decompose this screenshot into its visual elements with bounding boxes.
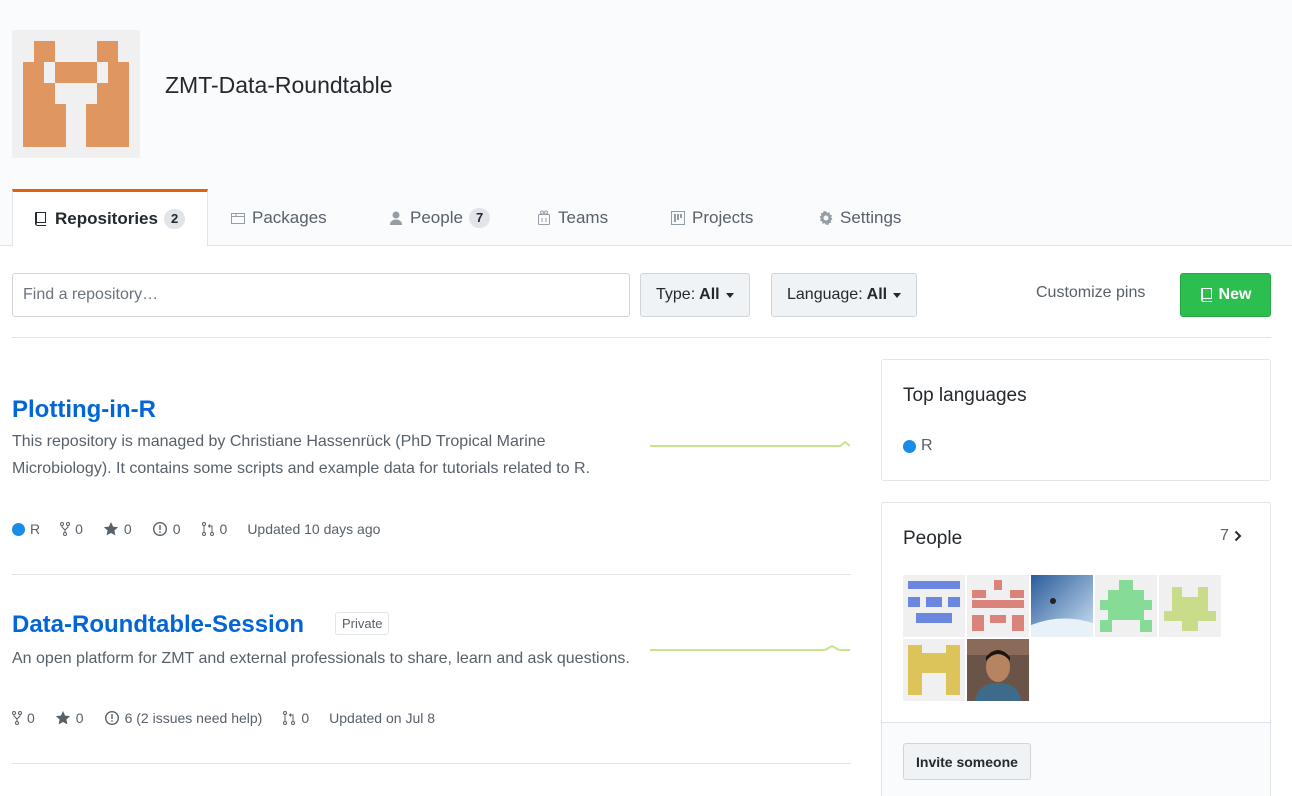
repo-language: R (12, 521, 40, 537)
stars-link[interactable]: 0 (55, 710, 84, 726)
repo-meta: R 0 0 0 0 Updated 10 days ago (12, 521, 400, 537)
repo-description: An open platform for ZMT and external pr… (12, 650, 630, 667)
forks-count: 0 (75, 521, 83, 537)
tab-label: Packages (252, 208, 327, 227)
people-box: People 7 Invite someone (881, 502, 1271, 796)
person-icon (388, 210, 404, 226)
issues-count: 6 (2 issues need help) (124, 710, 263, 726)
type-filter-button[interactable]: Type: All (640, 273, 750, 317)
language-item[interactable]: R (903, 437, 933, 455)
repo-language-label: R (30, 521, 41, 537)
stars-count: 0 (123, 521, 132, 537)
caret-down-icon (725, 292, 734, 298)
pulls-count: 0 (219, 521, 228, 537)
issues-count: 0 (172, 521, 181, 537)
type-filter-value: All (699, 286, 720, 303)
repo-icon (1200, 287, 1214, 303)
caret-down-icon (893, 292, 902, 298)
updated-time: Updated on Jul 8 (329, 710, 436, 726)
pull-request-icon (282, 710, 296, 726)
divider (12, 337, 1271, 338)
people-count: 7 (1220, 527, 1229, 544)
stars-link[interactable]: 0 (103, 521, 132, 537)
team-icon (536, 210, 552, 226)
top-languages-box: Top languages R (881, 359, 1271, 481)
language-name: R (921, 437, 933, 454)
star-icon (55, 710, 71, 726)
new-button-label: New (1218, 286, 1252, 303)
gear-icon (818, 210, 834, 226)
pulls-link[interactable]: 0 (282, 710, 309, 726)
member-avatar[interactable] (1095, 575, 1157, 637)
member-avatar[interactable] (903, 639, 965, 701)
divider (12, 763, 851, 764)
tab-label: Teams (558, 208, 609, 227)
invite-footer: Invite someone (882, 722, 1270, 796)
invite-someone-button[interactable]: Invite someone (903, 743, 1031, 780)
issue-icon (104, 710, 120, 726)
language-filter-button[interactable]: Language: All (771, 273, 918, 317)
tab-label: People (410, 208, 463, 227)
tab-label: Projects (692, 208, 754, 227)
tab-settings[interactable]: Settings (818, 189, 901, 247)
member-avatar[interactable] (967, 639, 1029, 701)
type-filter-label: Type: (656, 286, 696, 303)
activity-sparkline (650, 440, 850, 447)
pulls-link[interactable]: 0 (201, 521, 228, 537)
language-color-dot (903, 439, 916, 453)
private-label: Private (335, 612, 390, 635)
repo-search-input[interactable] (12, 273, 630, 317)
language-color-dot (12, 522, 25, 536)
tab-teams[interactable]: Teams (536, 189, 608, 247)
customize-pins-link[interactable]: Customize pins (1036, 284, 1145, 302)
stars-count: 0 (75, 710, 84, 726)
forks-link[interactable]: 0 (12, 710, 35, 726)
chevron-right-icon (1234, 530, 1242, 542)
project-icon (670, 210, 686, 226)
repo-icon (33, 211, 49, 227)
forks-count: 0 (27, 710, 35, 726)
people-count-badge: 7 (468, 208, 491, 228)
language-filter-value: All (866, 286, 888, 303)
fork-icon (60, 521, 71, 537)
repo-description: This repository is managed by Christiane… (12, 433, 591, 477)
issue-icon (152, 521, 168, 537)
tab-projects[interactable]: Projects (670, 189, 753, 247)
member-avatar[interactable] (1159, 575, 1221, 637)
tab-packages[interactable]: Packages (230, 189, 327, 247)
package-icon (230, 210, 246, 226)
star-icon (103, 521, 119, 537)
pull-request-icon (201, 521, 215, 537)
member-avatar[interactable] (967, 575, 1029, 637)
top-languages-title: Top languages (903, 385, 1027, 406)
repo-meta: 0 0 6 (2 issues need help) 0 Updated on … (12, 710, 455, 726)
activity-sparkline (650, 644, 850, 651)
member-avatar[interactable] (903, 575, 965, 637)
member-avatar[interactable] (1031, 575, 1093, 637)
updated-time: Updated 10 days ago (247, 521, 381, 537)
issues-link[interactable]: 6 (2 issues need help) (104, 710, 263, 726)
people-title[interactable]: People (903, 528, 962, 550)
language-filter-label: Language: (787, 286, 863, 303)
org-name: ZMT-Data-Roundtable (165, 72, 393, 98)
issues-link[interactable]: 0 (152, 521, 181, 537)
people-count-link[interactable]: 7 (1220, 527, 1242, 545)
tab-label: Settings (840, 208, 902, 227)
tab-repositories[interactable]: Repositories 2 (12, 189, 208, 247)
new-repo-button[interactable]: New (1180, 273, 1271, 317)
repo-count-badge: 2 (163, 209, 186, 229)
tab-people[interactable]: People 7 (388, 189, 491, 247)
tab-label: Repositories (55, 209, 158, 228)
repo-title-link[interactable]: Data-Roundtable-Session (12, 611, 304, 639)
pulls-count: 0 (301, 710, 310, 726)
org-avatar (12, 30, 140, 158)
forks-link[interactable]: 0 (60, 521, 83, 537)
fork-icon (12, 710, 22, 726)
divider (12, 574, 851, 575)
repo-title-link[interactable]: Plotting-in-R (12, 396, 156, 424)
